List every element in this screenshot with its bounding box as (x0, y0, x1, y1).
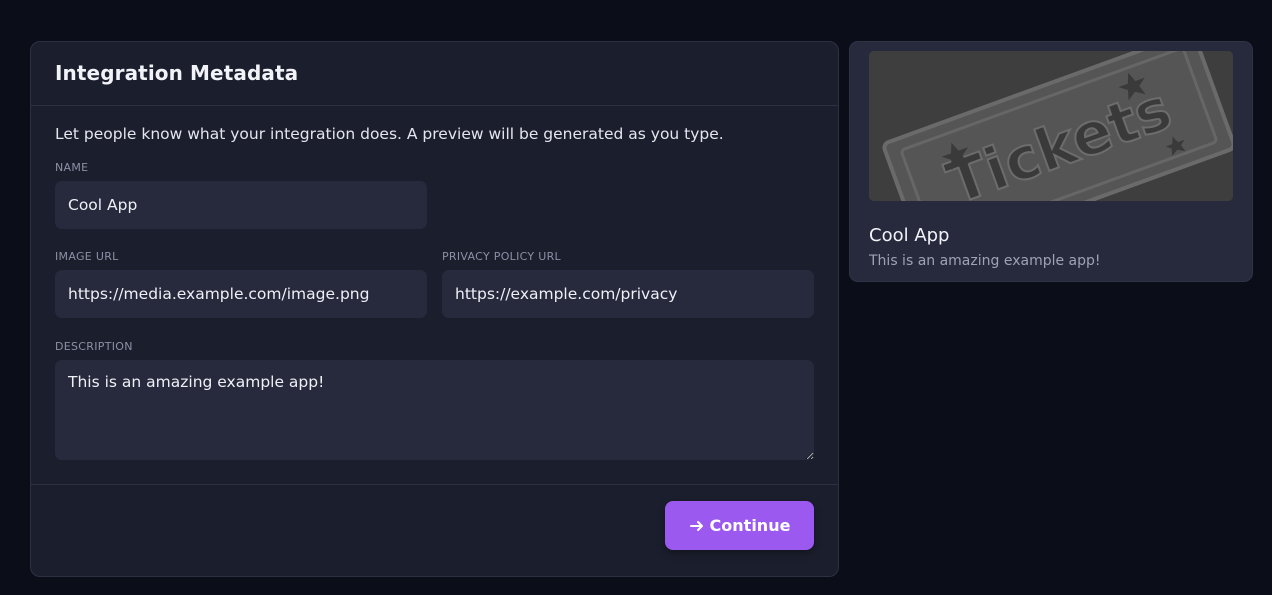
footer-divider (31, 484, 838, 485)
preview-card: Tickets Cool App This is an amazing exam… (849, 41, 1253, 282)
name-label: NAME (55, 161, 89, 174)
preview-image: Tickets (869, 51, 1233, 201)
preview-description: This is an amazing example app! (869, 253, 1101, 269)
description-field[interactable]: This is an amazing example app! (55, 360, 814, 460)
image-url-label: IMAGE URL (55, 250, 119, 263)
preview-title: Cool App (869, 225, 950, 246)
intro-text: Let people know what your integration do… (55, 125, 724, 143)
description-label: DESCRIPTION (55, 340, 133, 353)
card-header: Integration Metadata (31, 42, 838, 106)
page-title: Integration Metadata (55, 61, 299, 85)
tickets-illustration: Tickets (869, 51, 1233, 201)
privacy-policy-url-field[interactable] (442, 270, 814, 318)
privacy-policy-url-label: PRIVACY POLICY URL (442, 250, 561, 263)
integration-metadata-card: Integration Metadata Let people know wha… (30, 41, 839, 577)
arrow-right-icon (689, 518, 705, 534)
name-field[interactable] (55, 181, 427, 229)
continue-label: Continue (709, 516, 791, 535)
continue-button[interactable]: Continue (665, 501, 814, 550)
image-url-field[interactable] (55, 270, 427, 318)
